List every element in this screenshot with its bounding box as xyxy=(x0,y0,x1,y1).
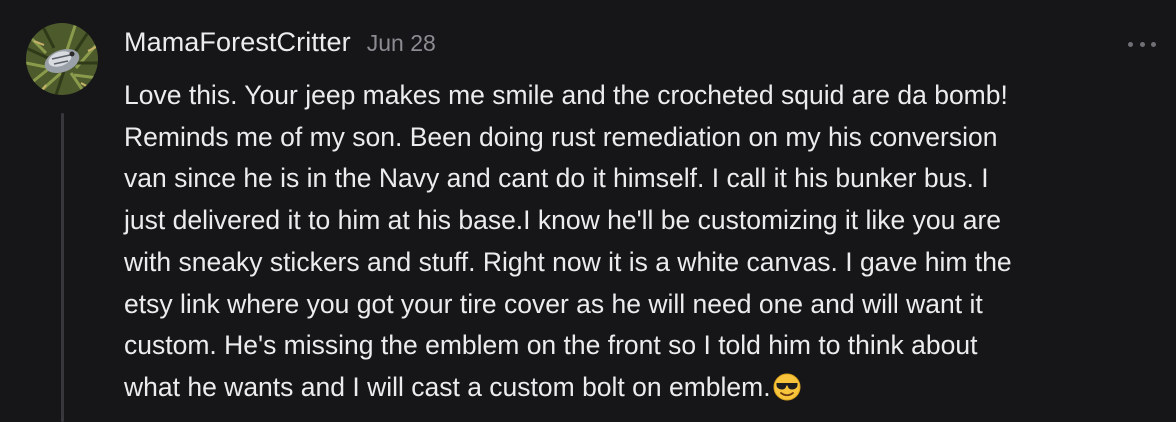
comment-body-line: Love this. Your jeep makes me smile and … xyxy=(124,80,1008,110)
comment: MamaForestCritter Jun 28 Love this. Your… xyxy=(0,0,1176,422)
forest-critter-avatar-icon xyxy=(26,23,98,95)
comment-body-line: Reminds me of my son. Been doing rust re… xyxy=(124,121,998,152)
comment-body-line: with sneaky stickers and stuff. Right no… xyxy=(124,246,1012,277)
comment-body-line: etsy link where you got your tire cover … xyxy=(124,288,983,319)
avatar[interactable] xyxy=(26,23,98,95)
comment-body-line: van since he is in the Navy and cant do … xyxy=(124,163,989,194)
smiling-face-with-sunglasses-icon xyxy=(773,372,801,414)
more-horizontal-icon xyxy=(1128,41,1133,47)
comment-body-line: custom. He's missing the emblem on the f… xyxy=(124,330,978,361)
comment-body-line: what he wants and I will cast a custom b… xyxy=(124,371,771,402)
comment-body-last-line: what he wants and I will cast a custom b… xyxy=(124,367,1164,414)
thread-line[interactable] xyxy=(61,113,64,422)
more-options-button[interactable] xyxy=(1128,36,1156,52)
comment-body-line: just delivered it to him at his base.I k… xyxy=(124,205,1002,236)
comment-date[interactable]: Jun 28 xyxy=(367,30,436,57)
comment-body: Love this. Your jeep makes me smile and … xyxy=(124,75,1164,414)
author-name[interactable]: MamaForestCritter xyxy=(124,27,351,58)
comment-header: MamaForestCritter Jun 28 xyxy=(124,27,436,65)
